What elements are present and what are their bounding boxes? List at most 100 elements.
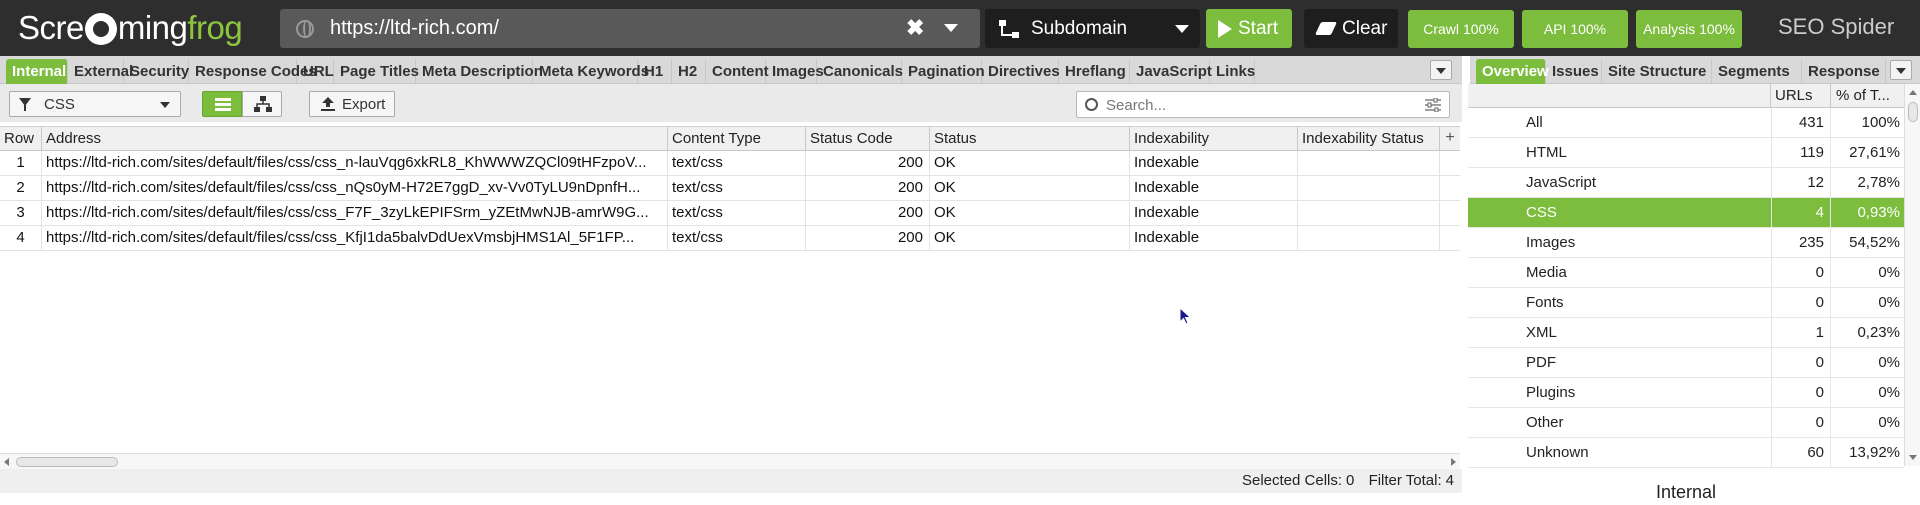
- filter-total-value: 4: [1445, 472, 1454, 489]
- tab-javascript[interactable]: JavaScript: [1130, 59, 1212, 84]
- overview-row-css[interactable]: CSS 4 0,93%: [1468, 198, 1904, 228]
- cell-content-type: text/css: [668, 226, 806, 250]
- tab-images[interactable]: Images: [766, 59, 824, 84]
- more-tabs-dropdown-icon[interactable]: [1890, 60, 1912, 80]
- search-input[interactable]: [1104, 95, 1404, 115]
- upload-icon: [321, 97, 335, 111]
- overview-row-javascript[interactable]: JavaScript 12 2,78%: [1468, 168, 1904, 198]
- column-header-indexability-status[interactable]: Indexability Status: [1298, 127, 1440, 151]
- tab-external[interactable]: External: [68, 59, 133, 84]
- cell-row: 1: [0, 151, 42, 175]
- tab-directives[interactable]: Directives: [982, 59, 1060, 84]
- column-header-content-type[interactable]: Content Type: [668, 127, 806, 151]
- export-button[interactable]: Export: [309, 91, 395, 117]
- tab-internal[interactable]: Internal: [6, 59, 68, 84]
- tab-meta-keywords[interactable]: Meta Keywords: [533, 59, 649, 84]
- cell-content-type: text/css: [668, 201, 806, 225]
- url-history-dropdown-icon[interactable]: [944, 24, 958, 32]
- tab-security[interactable]: Security: [124, 59, 189, 84]
- overview-row-label: All: [1526, 114, 1543, 131]
- overview-row-other[interactable]: Other 0 0%: [1468, 408, 1904, 438]
- overview-row-unknown[interactable]: Unknown 60 13,92%: [1468, 438, 1904, 468]
- cell-indexability-status: [1298, 226, 1440, 250]
- percent-column-header[interactable]: % of T...: [1831, 84, 1904, 108]
- horizontal-scrollbar[interactable]: [0, 453, 1460, 469]
- scroll-right-icon[interactable]: [1451, 458, 1456, 466]
- mouse-cursor-icon: [1179, 307, 1192, 325]
- overview-row-label: JavaScript: [1526, 174, 1597, 191]
- tab-h1[interactable]: H1: [638, 59, 672, 84]
- overview-row-html[interactable]: HTML 119 27,61%: [1468, 138, 1904, 168]
- tab-response[interactable]: Response: [1802, 59, 1886, 84]
- column-header-status-code[interactable]: Status Code: [806, 127, 930, 151]
- table-row[interactable]: 4 https://ltd-rich.com/sites/default/file…: [0, 226, 1460, 251]
- analysis-progress-badge[interactable]: Analysis 100%: [1636, 10, 1742, 48]
- overview-row-xml[interactable]: XML 1 0,23%: [1468, 318, 1904, 348]
- table-row[interactable]: 2 https://ltd-rich.com/sites/default/file…: [0, 176, 1460, 201]
- column-header-address[interactable]: Address: [42, 127, 668, 151]
- tab-issues[interactable]: Issues: [1546, 59, 1602, 84]
- tab-url[interactable]: URL: [297, 59, 334, 84]
- tab-meta-description[interactable]: Meta Description: [416, 59, 543, 84]
- tab-page-titles[interactable]: Page Titles: [334, 59, 419, 84]
- add-column-icon[interactable]: +: [1440, 127, 1460, 151]
- overview-row-percent: 0,23%: [1857, 324, 1900, 341]
- overview-row-media[interactable]: Media 0 0%: [1468, 258, 1904, 288]
- overview-row-fonts[interactable]: Fonts 0 0%: [1468, 288, 1904, 318]
- overview-row-all[interactable]: All 431 100%: [1468, 108, 1904, 138]
- overview-row-plugins[interactable]: Plugins 0 0%: [1468, 378, 1904, 408]
- tab-hreflang[interactable]: Hreflang: [1059, 59, 1130, 84]
- overview-row-percent: 54,52%: [1849, 234, 1900, 251]
- table-row[interactable]: 1 https://ltd-rich.com/sites/default/file…: [0, 151, 1460, 176]
- right-tab-bar: Overview Issues Site Structure Segments Resp…: [1470, 56, 1920, 84]
- overview-row-urls: 4: [1771, 198, 1831, 227]
- urls-column-header[interactable]: URLs: [1771, 84, 1831, 108]
- overview-row-urls: 12: [1771, 168, 1831, 197]
- cell-indexability: Indexable: [1130, 151, 1298, 175]
- more-tabs-dropdown-icon[interactable]: [1430, 60, 1452, 80]
- cell-status-code: 200: [806, 151, 930, 175]
- list-view-button[interactable]: [202, 91, 242, 117]
- logo-text-3: frog: [187, 9, 243, 46]
- column-header-status[interactable]: Status: [930, 127, 1130, 151]
- tab-response-codes[interactable]: Response Codes: [189, 59, 317, 84]
- selected-cells-value: 0: [1346, 472, 1355, 489]
- table-row[interactable]: 3 https://ltd-rich.com/sites/default/file…: [0, 201, 1460, 226]
- tab-pagination[interactable]: Pagination: [902, 59, 985, 84]
- overview-row-urls: 0: [1771, 288, 1831, 317]
- tab-segments[interactable]: Segments: [1712, 59, 1802, 84]
- clear-label: Clear: [1342, 18, 1388, 39]
- search-icon: [1085, 98, 1098, 111]
- cell-status-code: 200: [806, 226, 930, 250]
- filter-dropdown[interactable]: CSS: [9, 91, 181, 117]
- scrollbar-thumb[interactable]: [1908, 102, 1918, 122]
- column-header-row[interactable]: Row: [0, 127, 42, 151]
- tab-canonicals[interactable]: Canonicals: [817, 59, 903, 84]
- tab-overview[interactable]: Overview: [1476, 59, 1549, 84]
- url-bar[interactable]: https://ltd-rich.com/ ✖: [280, 9, 980, 48]
- crawl-mode-select[interactable]: Subdomain: [985, 9, 1200, 48]
- url-input[interactable]: https://ltd-rich.com/: [330, 17, 499, 40]
- overview-row-pdf[interactable]: PDF 0 0%: [1468, 348, 1904, 378]
- tab-content[interactable]: Content: [706, 59, 769, 84]
- crawl-progress-badge[interactable]: Crawl 100%: [1408, 10, 1514, 48]
- tab-links[interactable]: Links: [1210, 59, 1255, 84]
- scroll-left-icon[interactable]: [4, 458, 9, 466]
- cell-indexability: Indexable: [1130, 226, 1298, 250]
- scroll-up-icon[interactable]: [1909, 90, 1917, 95]
- tab-site-structure[interactable]: Site Structure: [1602, 59, 1712, 84]
- clear-button[interactable]: Clear: [1304, 9, 1398, 48]
- start-button[interactable]: Start: [1206, 9, 1292, 48]
- clear-url-icon[interactable]: ✖: [906, 15, 924, 41]
- scrollbar-thumb[interactable]: [16, 457, 118, 467]
- vertical-scrollbar[interactable]: [1904, 84, 1920, 466]
- sitemap-icon: [999, 20, 1019, 38]
- column-header-indexability[interactable]: Indexability: [1130, 127, 1298, 151]
- tab-h2[interactable]: H2: [672, 59, 706, 84]
- tree-view-button[interactable]: [242, 91, 282, 117]
- overview-row-images[interactable]: Images 235 54,52%: [1468, 228, 1904, 258]
- search-settings-icon[interactable]: [1425, 98, 1441, 112]
- search-box[interactable]: [1076, 91, 1450, 118]
- api-progress-badge[interactable]: API 100%: [1522, 10, 1628, 48]
- scroll-down-icon[interactable]: [1909, 455, 1917, 460]
